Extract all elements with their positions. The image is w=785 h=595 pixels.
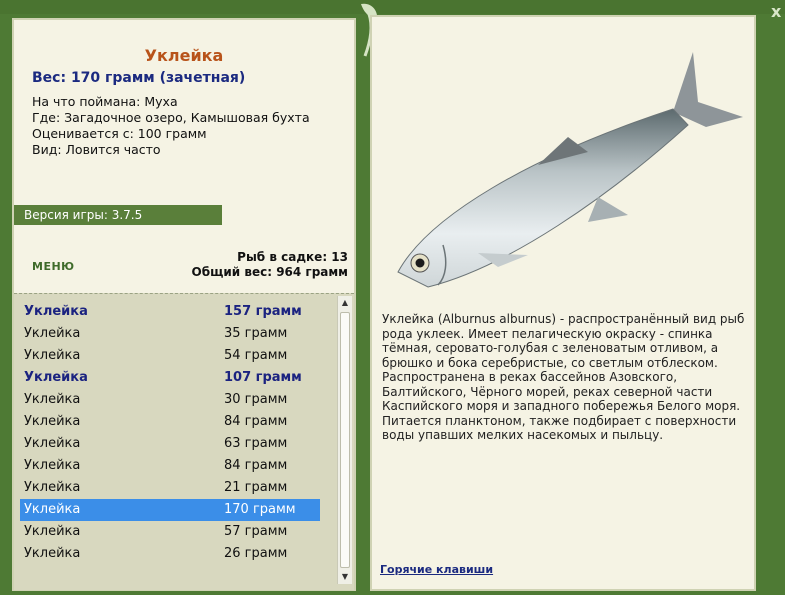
fish-weight: Вес: 170 грамм (зачетная) xyxy=(32,70,246,86)
scroll-down-arrow-icon[interactable]: ▼ xyxy=(338,570,352,584)
list-item-name: Уклейка xyxy=(24,524,81,539)
list-item[interactable]: Уклейка 30 грамм xyxy=(20,389,320,411)
list-item[interactable]: Уклейка 170 грамм xyxy=(20,499,320,521)
info-species: Вид: Ловится часто xyxy=(32,142,161,157)
list-item-weight: 63 грамм xyxy=(224,436,288,451)
list-item[interactable]: Уклейка 84 грамм xyxy=(20,411,320,433)
list-item[interactable]: Уклейка 84 грамм xyxy=(20,455,320,477)
list-item[interactable]: Уклейка 54 грамм xyxy=(20,345,320,367)
hotkeys-link[interactable]: Горячие клавиши xyxy=(380,563,493,576)
fish-image xyxy=(397,52,743,288)
scrollbar[interactable]: ▲ ▼ xyxy=(337,296,352,584)
list-item-weight: 57 грамм xyxy=(224,524,288,539)
list-item-name: Уклейка xyxy=(24,480,81,495)
scroll-thumb[interactable] xyxy=(340,312,350,568)
list-item[interactable]: Уклейка 57 грамм xyxy=(20,521,320,543)
list-item-name: Уклейка xyxy=(24,326,81,341)
version-bar: Версия игры: 3.7.5 xyxy=(14,205,222,225)
fish-info-panel: Уклейка (Alburnus alburnus) - распростра… xyxy=(370,15,756,591)
fish-title: Уклейка xyxy=(144,46,224,65)
list-item-name: Уклейка xyxy=(24,502,81,517)
list-item-name: Уклейка xyxy=(24,414,81,429)
fish-count: Рыб в садке: 13 xyxy=(237,250,348,264)
list-item-name: Уклейка xyxy=(24,436,81,451)
info-min-weight: Оценивается с: 100 грамм xyxy=(32,126,207,141)
list-item[interactable]: Уклейка 35 грамм xyxy=(20,323,320,345)
list-item[interactable]: Уклейка 157 грамм xyxy=(20,301,320,323)
list-item[interactable]: Уклейка 21 грамм xyxy=(20,477,320,499)
list-item-weight: 54 грамм xyxy=(224,348,288,363)
list-item-name: Уклейка xyxy=(24,370,88,385)
list-item-weight: 35 грамм xyxy=(224,326,288,341)
list-item-weight: 84 грамм xyxy=(224,414,288,429)
list-item-name: Уклейка xyxy=(24,392,81,407)
close-icon[interactable]: x xyxy=(771,2,781,21)
list-item[interactable]: Уклейка 26 грамм xyxy=(20,543,320,565)
list-item[interactable]: Уклейка 63 грамм xyxy=(20,433,320,455)
scroll-up-arrow-icon[interactable]: ▲ xyxy=(338,296,352,310)
list-item-name: Уклейка xyxy=(24,458,81,473)
list-item-weight: 26 грамм xyxy=(224,546,288,561)
catch-list: Уклейка 157 грамм Уклейка 35 грамм Уклейка 54… xyxy=(14,293,354,590)
total-weight: Общий вес: 964 грамм xyxy=(191,265,348,279)
list-item-weight: 170 грамм xyxy=(224,502,296,517)
list-item-weight: 157 грамм xyxy=(224,304,302,319)
menu-button[interactable]: МЕНЮ xyxy=(32,260,75,273)
fish-description: Уклейка (Alburnus alburnus) - распростра… xyxy=(382,312,745,442)
info-location: Где: Загадочное озеро, Камышовая бухта xyxy=(32,110,310,125)
list-item-weight: 84 грамм xyxy=(224,458,288,473)
list-item-name: Уклейка xyxy=(24,348,81,363)
fish-details-panel: Уклейка Вес: 170 грамм (зачетная) На что… xyxy=(12,18,356,591)
list-item-name: Уклейка xyxy=(24,304,88,319)
catch-stats: Рыб в садке: 13 Общий вес: 964 грамм xyxy=(192,250,348,280)
list-item-weight: 21 грамм xyxy=(224,480,288,495)
list-item-weight: 30 грамм xyxy=(224,392,288,407)
list-item[interactable]: Уклейка 107 грамм xyxy=(20,367,320,389)
list-item-name: Уклейка xyxy=(24,546,81,561)
list-item-weight: 107 грамм xyxy=(224,370,302,385)
info-bait: На что поймана: Муха xyxy=(32,94,178,109)
